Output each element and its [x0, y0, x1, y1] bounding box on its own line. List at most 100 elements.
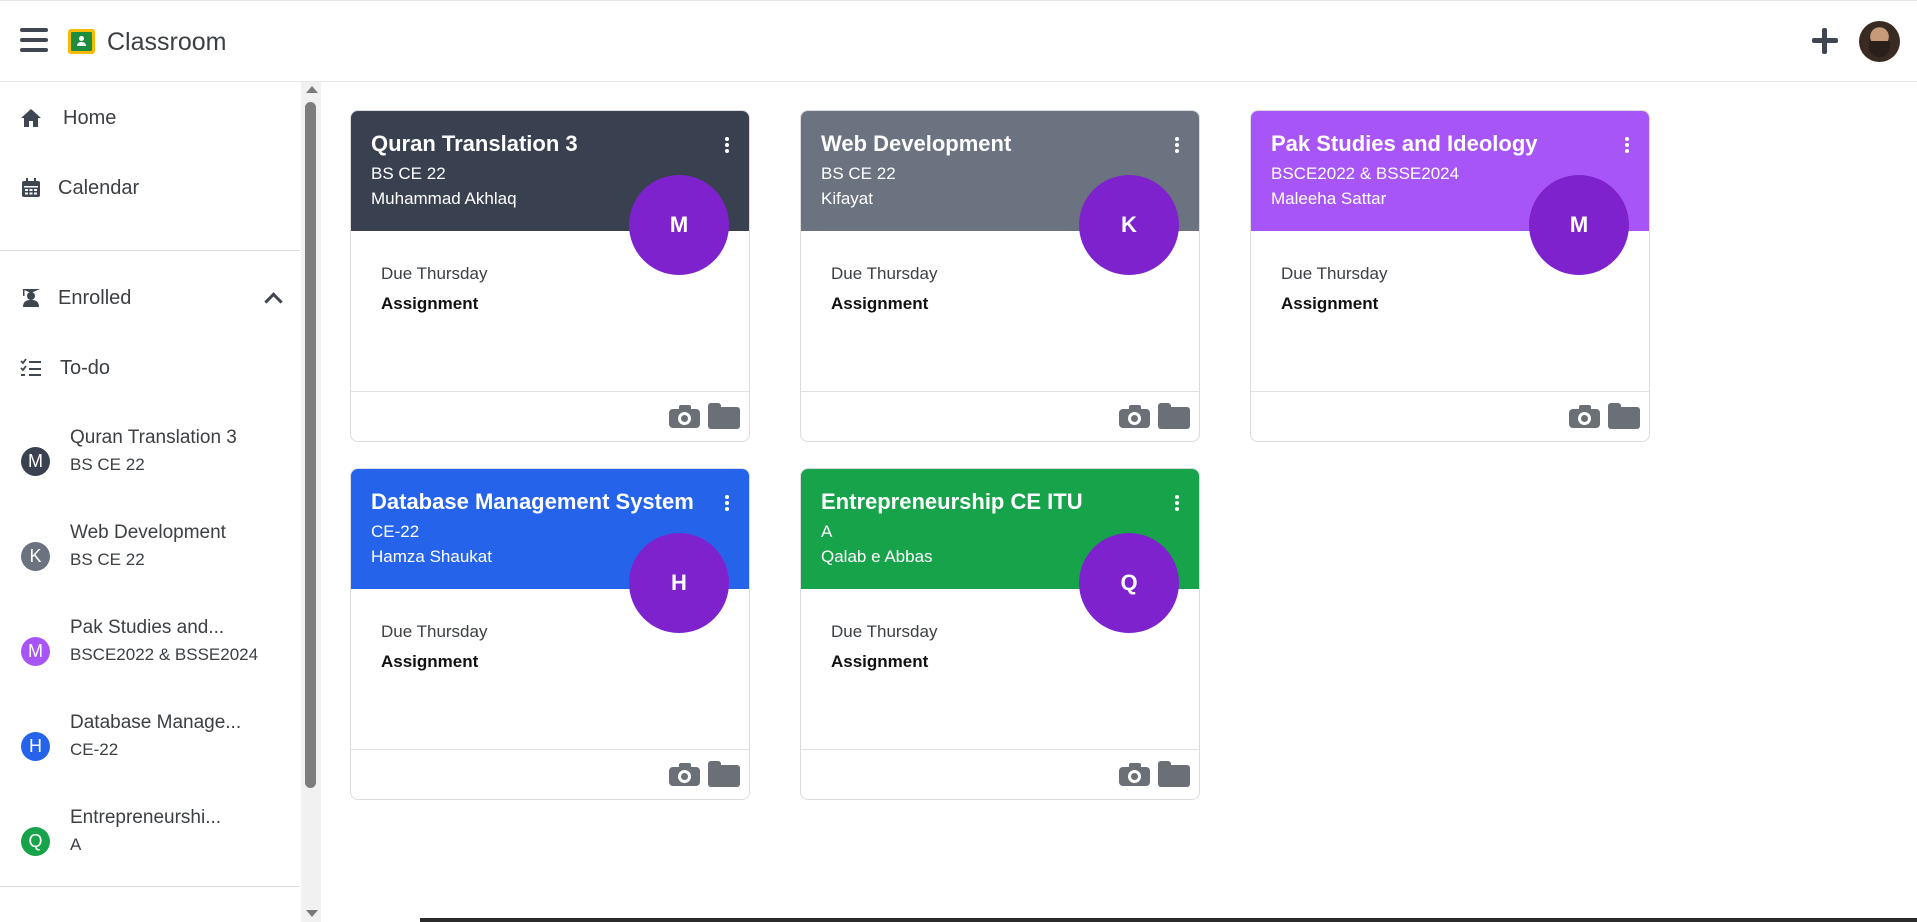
- camera-icon[interactable]: [669, 404, 700, 428]
- scrollbar-thumb[interactable]: [305, 102, 316, 788]
- more-options-icon[interactable]: [722, 495, 732, 515]
- sidebar-class-pak-studies[interactable]: M Pak Studies and... BSCE2022 & BSSE2024: [0, 612, 300, 692]
- sidebar-item-label: To-do: [60, 357, 111, 379]
- class-card-section: BS CE 22: [821, 164, 896, 183]
- sidebar-item-home[interactable]: Home: [0, 98, 300, 138]
- hamburger-menu-icon[interactable]: [20, 28, 48, 54]
- class-card-title[interactable]: Web Development: [821, 131, 1011, 157]
- class-section: BS CE 22: [70, 550, 145, 569]
- class-initial-avatar: M: [21, 447, 50, 476]
- more-options-icon[interactable]: [1172, 137, 1182, 157]
- class-card-pak-studies[interactable]: Pak Studies and Ideology BSCE2022 & BSSE…: [1250, 110, 1650, 442]
- sidebar-class-database-management[interactable]: H Database Manage... CE-22: [0, 707, 300, 787]
- camera-icon[interactable]: [1569, 404, 1600, 428]
- card-footer-divider: [1251, 391, 1649, 392]
- card-footer-divider: [801, 749, 1199, 750]
- due-label: Due Thursday: [381, 622, 488, 641]
- teacher-avatar: K: [1079, 175, 1179, 275]
- folder-icon[interactable]: [1158, 403, 1190, 429]
- class-name: Database Manage...: [70, 712, 242, 733]
- class-name: Quran Translation 3: [70, 427, 237, 448]
- class-card-database-management[interactable]: Database Management System CE-22 Hamza S…: [350, 468, 750, 800]
- class-name: Pak Studies and...: [70, 617, 225, 638]
- class-card-title[interactable]: Pak Studies and Ideology: [1271, 131, 1538, 157]
- class-initial-avatar: M: [21, 637, 50, 666]
- more-options-icon[interactable]: [722, 137, 732, 157]
- class-section: BS CE 22: [70, 455, 145, 474]
- sidebar-scrollbar[interactable]: [301, 82, 321, 922]
- card-footer-divider: [351, 391, 749, 392]
- teacher-avatar: M: [1529, 175, 1629, 275]
- account-avatar[interactable]: [1859, 21, 1900, 62]
- class-card-section: BS CE 22: [371, 164, 446, 183]
- class-card-teacher[interactable]: Kifayat: [821, 189, 873, 209]
- camera-icon[interactable]: [669, 762, 700, 786]
- class-card-teacher[interactable]: Maleeha Sattar: [1271, 189, 1386, 209]
- sidebar-item-calendar[interactable]: Calendar: [0, 168, 300, 208]
- sidebar-item-todo[interactable]: To-do: [0, 348, 300, 388]
- camera-icon[interactable]: [1119, 762, 1150, 786]
- class-card-quran-translation[interactable]: Quran Translation 3 BS CE 22 Muhammad Ak…: [350, 110, 750, 442]
- chevron-up-icon[interactable]: [263, 288, 283, 308]
- class-card-teacher[interactable]: Muhammad Akhlaq: [371, 189, 517, 209]
- sidebar-item-enrolled[interactable]: Enrolled: [0, 278, 300, 318]
- teacher-avatar: Q: [1079, 533, 1179, 633]
- teacher-avatar: H: [629, 533, 729, 633]
- calendar-icon: [22, 178, 40, 197]
- enrolled-graduate-icon: [22, 289, 40, 307]
- class-section: BSCE2022 & BSSE2024: [70, 645, 259, 664]
- sidebar-class-entrepreneurship[interactable]: Q Entrepreneurshi... A: [0, 802, 300, 882]
- card-footer-divider: [351, 749, 749, 750]
- app-title[interactable]: Classroom: [107, 28, 226, 57]
- class-card-section: A: [821, 522, 833, 541]
- sidebar-class-web-development[interactable]: K Web Development BS CE 22: [0, 517, 300, 597]
- folder-icon[interactable]: [1608, 403, 1640, 429]
- home-icon: [21, 109, 41, 127]
- class-card-title[interactable]: Database Management System: [371, 489, 694, 515]
- classroom-logo-icon: [68, 29, 95, 54]
- class-name: Web Development: [70, 522, 226, 543]
- due-label: Due Thursday: [1281, 264, 1388, 283]
- card-footer-divider: [801, 391, 1199, 392]
- sidebar: Home Calendar Enrolled To-do M Quran Tra…: [0, 82, 300, 922]
- assignment-link[interactable]: Assignment: [381, 294, 478, 314]
- assignment-link[interactable]: Assignment: [381, 652, 478, 672]
- class-name: Entrepreneurshi...: [70, 807, 222, 828]
- class-card-title[interactable]: Entrepreneurship CE ITU: [821, 489, 1083, 515]
- teacher-avatar: M: [629, 175, 729, 275]
- assignment-link[interactable]: Assignment: [1281, 294, 1378, 314]
- todo-list-icon: [20, 358, 41, 376]
- assignment-link[interactable]: Assignment: [831, 294, 928, 314]
- scroll-up-arrow-icon[interactable]: [306, 86, 318, 93]
- class-card-web-development[interactable]: Web Development BS CE 22 Kifayat K Due T…: [800, 110, 1200, 442]
- more-options-icon[interactable]: [1172, 495, 1182, 515]
- class-card-section: BSCE2022 & BSSE2024: [1271, 164, 1460, 183]
- class-initial-avatar: K: [21, 542, 50, 571]
- create-join-class-button[interactable]: [1810, 26, 1840, 56]
- folder-icon[interactable]: [708, 403, 740, 429]
- class-section: CE-22: [70, 740, 119, 759]
- bottom-edge-bar: [420, 918, 1917, 922]
- sidebar-item-label: Calendar: [58, 177, 140, 199]
- class-card-entrepreneurship[interactable]: Entrepreneurship CE ITU A Qalab e Abbas …: [800, 468, 1200, 800]
- class-card-title[interactable]: Quran Translation 3: [371, 131, 578, 157]
- class-initial-avatar: H: [21, 732, 50, 761]
- sidebar-item-label: Home: [63, 107, 117, 129]
- top-app-bar: Classroom: [0, 0, 1917, 82]
- camera-icon[interactable]: [1119, 404, 1150, 428]
- assignment-link[interactable]: Assignment: [831, 652, 928, 672]
- class-card-teacher[interactable]: Qalab e Abbas: [821, 547, 933, 567]
- sidebar-divider: [0, 250, 300, 251]
- class-card-section: CE-22: [371, 522, 420, 541]
- due-label: Due Thursday: [381, 264, 488, 283]
- class-card-teacher[interactable]: Hamza Shaukat: [371, 547, 492, 567]
- folder-icon[interactable]: [1158, 761, 1190, 787]
- folder-icon[interactable]: [708, 761, 740, 787]
- more-options-icon[interactable]: [1622, 137, 1632, 157]
- scroll-down-arrow-icon[interactable]: [306, 910, 318, 917]
- class-initial-avatar: Q: [21, 827, 50, 856]
- sidebar-divider: [0, 886, 300, 887]
- sidebar-class-quran-translation[interactable]: M Quran Translation 3 BS CE 22: [0, 422, 300, 502]
- sidebar-item-label: Enrolled: [58, 287, 132, 309]
- class-section: A: [70, 835, 82, 854]
